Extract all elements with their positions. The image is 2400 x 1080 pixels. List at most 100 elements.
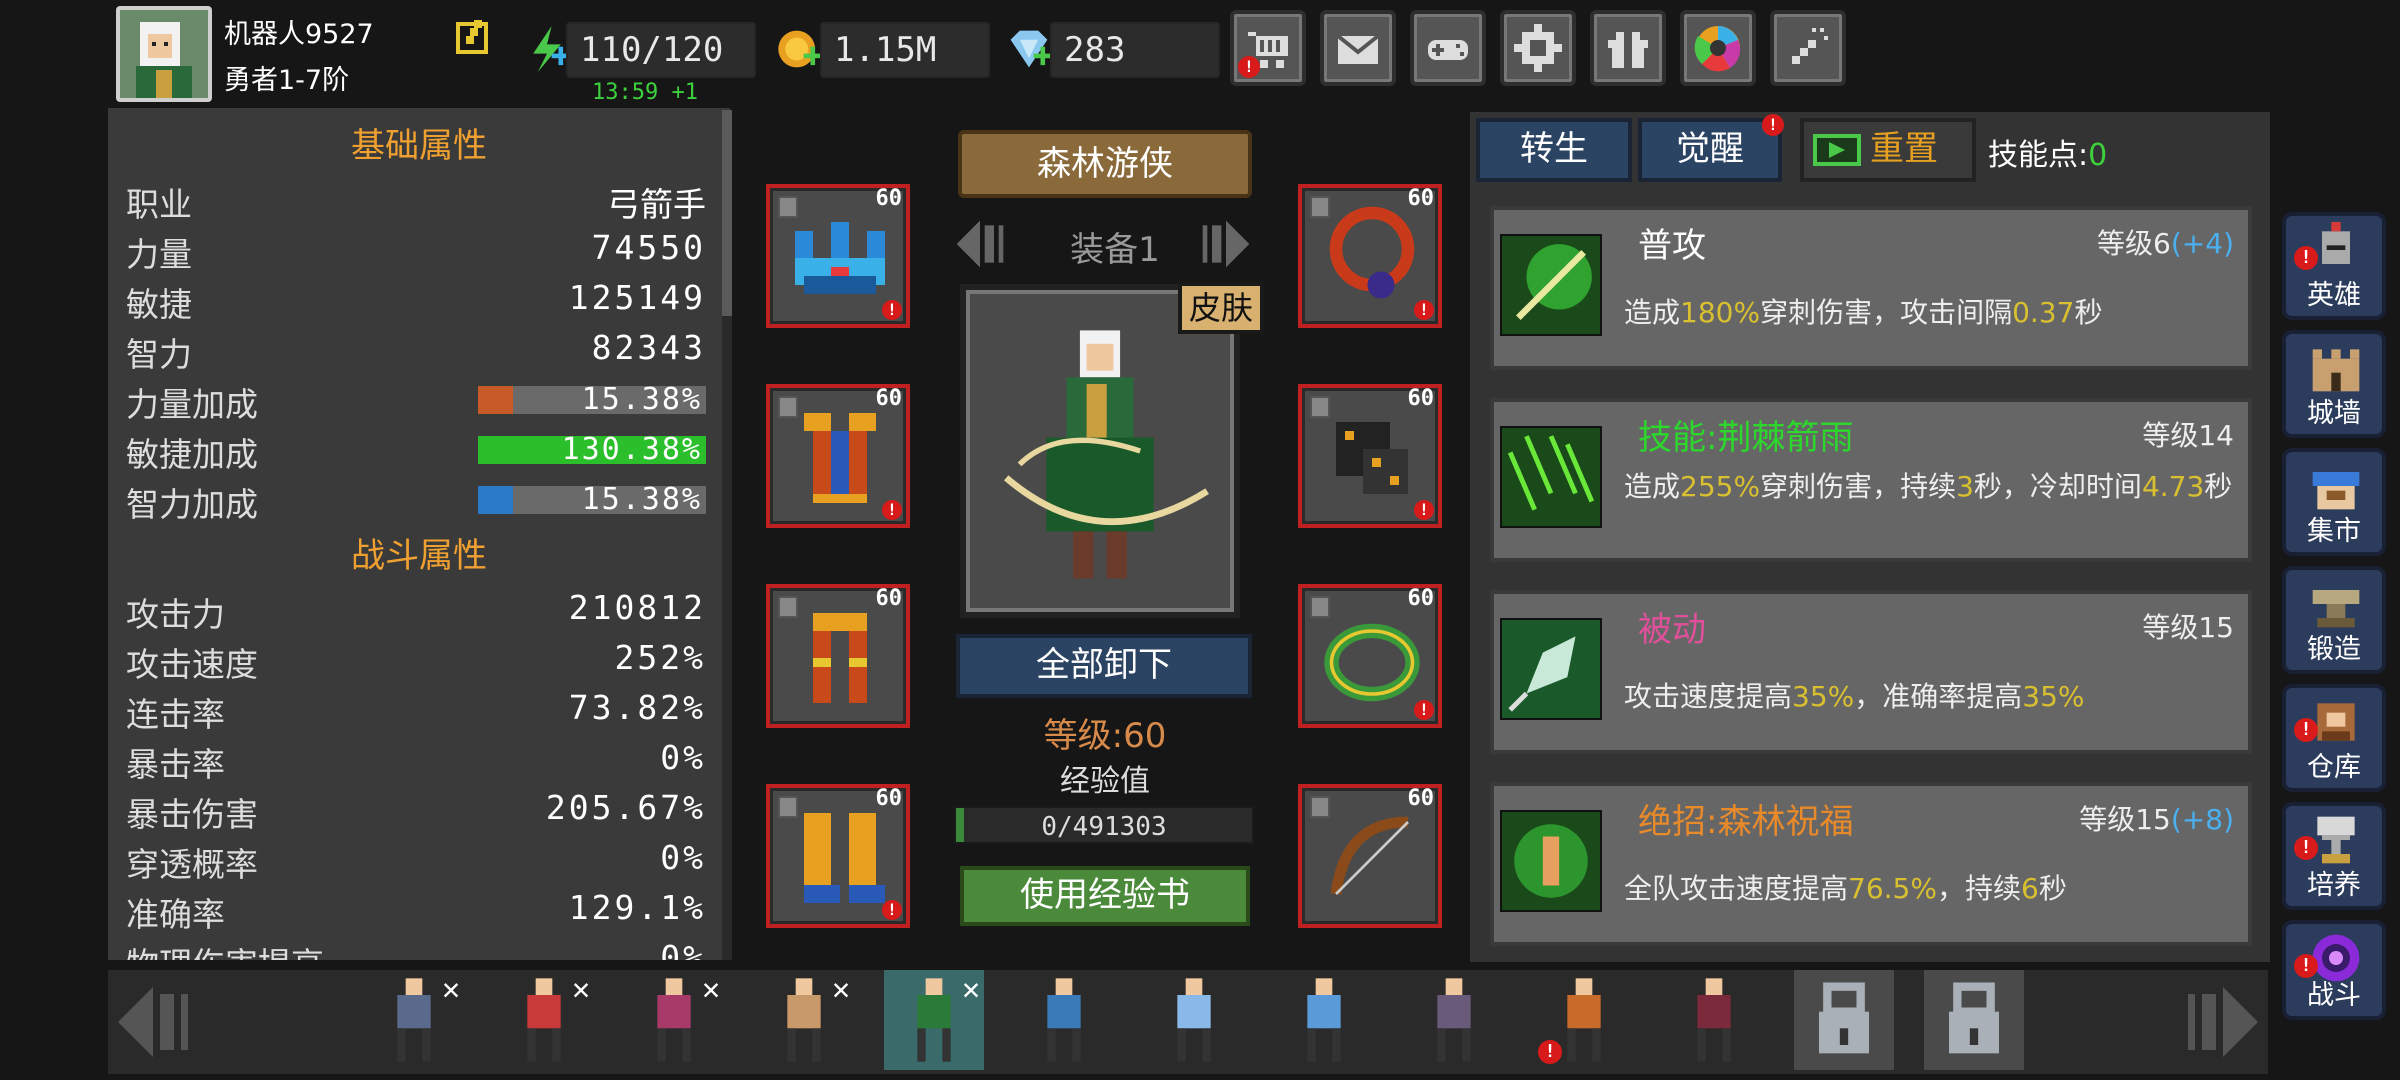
- armor-icon: [804, 413, 876, 503]
- alert-icon: !: [2294, 836, 2318, 860]
- unequip-all-button[interactable]: 全部卸下: [956, 634, 1252, 698]
- hero-slot-frost-spirit[interactable]: [1274, 970, 1374, 1070]
- boots-icon: [804, 813, 885, 903]
- reset-label: 重置: [1870, 129, 1938, 169]
- stat-label: 智力: [126, 335, 192, 374]
- nav-battle[interactable]: ! 战斗: [2282, 920, 2386, 1020]
- stat-label: 准确率: [126, 895, 225, 934]
- gift-button[interactable]: [1590, 10, 1666, 86]
- alert-icon: !: [2294, 718, 2318, 742]
- skill-desc-value: 35%: [1792, 680, 1855, 713]
- nav-forge[interactable]: 锻造: [2282, 566, 2386, 674]
- player-avatar[interactable]: [116, 6, 212, 102]
- stat-row: 连击率 73.82%: [126, 682, 706, 734]
- skill-desc: 攻击速度提高35%，准确率提高35%: [1624, 678, 2244, 716]
- exp-label: 经验值: [1060, 764, 1150, 799]
- bonus-row: 智力加成 15.38%: [126, 472, 706, 524]
- alert-icon: !: [1762, 114, 1784, 136]
- hero-slot-locked-2[interactable]: [1924, 970, 2024, 1070]
- hero-slot-dark-knight[interactable]: [1664, 970, 1764, 1070]
- nav-city-wall[interactable]: 城墙: [2282, 330, 2386, 438]
- nav-label: 锻造: [2307, 634, 2361, 665]
- use-exp-book-button[interactable]: 使用经验书: [960, 866, 1250, 926]
- attributes-panel[interactable]: 基础属性 职业 弓箭手 力量 74550 敏捷 125149 智力 82343 …: [108, 108, 730, 960]
- mail-button[interactable]: [1320, 10, 1396, 86]
- skill-card-passive[interactable]: 被动 等级15 攻击速度提高35%，准确率提高35%: [1490, 590, 2252, 754]
- tab-awaken[interactable]: 觉醒: [1638, 118, 1782, 182]
- skill-desc: 全队攻击速度提高76.5%，持续6秒: [1624, 870, 2244, 908]
- tab-rebirth[interactable]: 转生: [1476, 118, 1632, 182]
- nav-market[interactable]: 集市: [2282, 448, 2386, 556]
- stat-label: 职业: [126, 185, 192, 224]
- skill-desc-text: 攻击速度提高: [1624, 680, 1793, 713]
- roster-next-button[interactable]: [2180, 980, 2266, 1064]
- lucky-wheel-button[interactable]: [1680, 10, 1756, 86]
- equip-slot-helmet[interactable]: 60 !: [766, 184, 910, 328]
- arrow-left-icon: [118, 987, 188, 1057]
- hero-slot-crimson-mage[interactable]: ✕: [624, 970, 724, 1070]
- reset-skills-button[interactable]: 重置: [1800, 118, 1976, 182]
- hero-slot-swordsman[interactable]: ✕: [364, 970, 464, 1070]
- skill-desc-value: 76.5%: [1848, 872, 1937, 905]
- skill-desc-text: 穿刺伤害，攻击间隔: [1760, 296, 2013, 329]
- nav-heroes[interactable]: ! 英雄: [2282, 212, 2386, 320]
- edit-name-icon[interactable]: [454, 16, 494, 56]
- hero-slot-assassin[interactable]: ✕: [494, 970, 594, 1070]
- skill-card-basic-attack[interactable]: 普攻 等级6(+4) 造成180%穿刺伤害，攻击间隔0.37秒: [1490, 206, 2252, 370]
- hero-slot-ice-mage[interactable]: [1144, 970, 1244, 1070]
- stat-row: 力量 74550: [126, 222, 706, 274]
- skill-level-value: 等级6: [2097, 227, 2171, 260]
- prev-set-button[interactable]: [950, 216, 1010, 272]
- stat-row: 敏捷 125149: [126, 272, 706, 324]
- skill-card-thorn-rain[interactable]: 技能:荆棘箭雨 等级14 造成255%穿刺伤害，持续3秒，冷却时间4.73秒: [1490, 398, 2252, 562]
- close-icon[interactable]: ✕: [832, 972, 850, 1007]
- arrow-right-icon: [2188, 987, 2258, 1057]
- fireworks-button[interactable]: [1770, 10, 1846, 86]
- nav-cultivate[interactable]: ! 培养: [2282, 802, 2386, 910]
- stat-label: 敏捷: [126, 285, 192, 324]
- hero-slot-gunner[interactable]: [1014, 970, 1114, 1070]
- hero-slot-amazon[interactable]: ✕: [754, 970, 854, 1070]
- skill-card-forest-blessing[interactable]: 绝招:森林祝福 等级15(+8) 全队攻击速度提高76.5%，持续6秒: [1490, 782, 2252, 946]
- nav-warehouse[interactable]: ! 仓库: [2282, 684, 2386, 792]
- attributes-scroll-thumb[interactable]: [722, 110, 732, 316]
- skill-desc-value: 3: [1956, 470, 1974, 503]
- skin-button[interactable]: 皮肤: [1178, 282, 1264, 334]
- equip-slot-boots[interactable]: 60 !: [766, 784, 910, 928]
- equip-slot-armor[interactable]: 60 !: [766, 384, 910, 528]
- ranger-portrait-icon: [120, 10, 208, 98]
- bonus-row: 敏捷加成 130.38%: [126, 422, 706, 474]
- shop-button[interactable]: !: [1230, 10, 1306, 86]
- skill-level: 等级6(+4): [2097, 222, 2234, 262]
- skill-name: 普攻: [1638, 226, 1706, 266]
- hero-slot-beast-warrior[interactable]: !: [1534, 970, 1634, 1070]
- equip-slot-weapon[interactable]: 60: [1298, 784, 1442, 928]
- basic-attrs-title: 基础属性: [351, 126, 487, 166]
- equip-slot-legs[interactable]: 60: [766, 584, 910, 728]
- next-set-button[interactable]: [1196, 216, 1256, 272]
- hero-slot-locked-1[interactable]: [1794, 970, 1894, 1070]
- close-icon[interactable]: ✕: [572, 972, 590, 1007]
- gem-value: 283: [1050, 22, 1220, 78]
- close-icon[interactable]: ✕: [442, 972, 460, 1007]
- equip-slot-necklace[interactable]: 60 !: [1298, 184, 1442, 328]
- skill-level-value: 等级14: [2142, 419, 2234, 452]
- equip-slot-ring[interactable]: 60 !: [1298, 584, 1442, 728]
- stat-row: 攻击力 210812: [126, 582, 706, 634]
- close-icon[interactable]: ✕: [702, 972, 720, 1007]
- settings-button[interactable]: [1500, 10, 1576, 86]
- equip-slot-gloves[interactable]: 60 !: [1298, 384, 1442, 528]
- hero-slot-wizard[interactable]: [1404, 970, 1504, 1070]
- nav-label: 仓库: [2307, 752, 2361, 783]
- skill-desc-text: 全队攻击速度提高: [1624, 872, 1849, 905]
- games-button[interactable]: [1410, 10, 1486, 86]
- close-icon[interactable]: ✕: [962, 972, 980, 1007]
- hero-slot-forest-ranger[interactable]: ✕: [884, 970, 984, 1070]
- skill-desc: 造成255%穿刺伤害，持续3秒，冷却时间4.73秒: [1624, 468, 2244, 506]
- stat-label: 暴击伤害: [126, 795, 258, 834]
- stat-label: 攻击力: [126, 595, 225, 634]
- roster-prev-button[interactable]: [110, 980, 196, 1064]
- stat-value: 73.82%: [568, 688, 706, 727]
- stat-value: 0%: [660, 738, 706, 777]
- alert-icon: !: [882, 300, 902, 320]
